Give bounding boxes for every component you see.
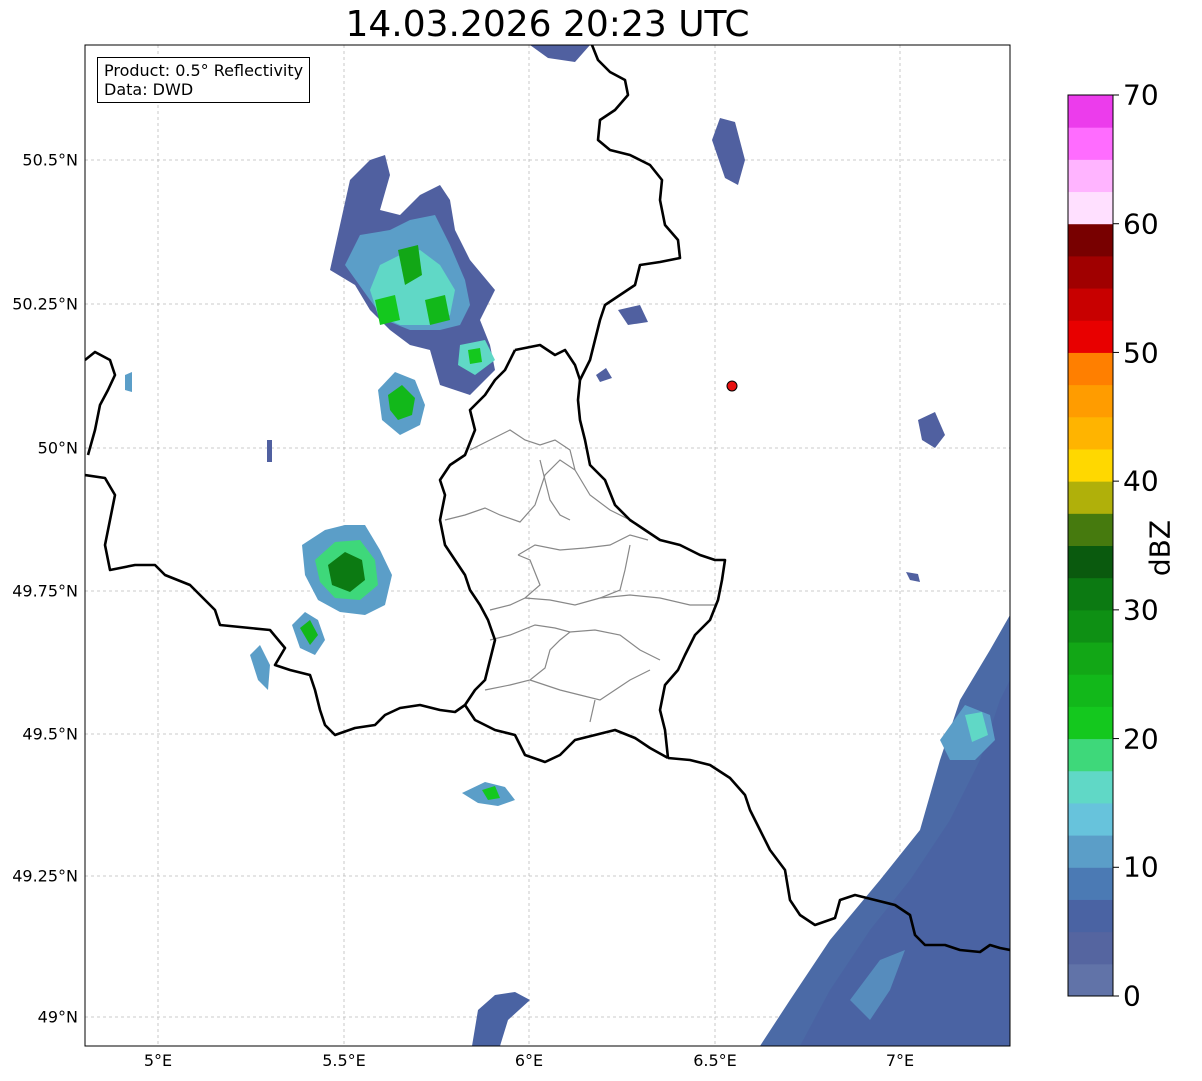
lat-label: 49°N xyxy=(37,1007,78,1027)
lat-label: 50.5°N xyxy=(22,150,78,170)
product-label: Product: 0.5° Reflectivity xyxy=(104,61,304,80)
radar-site-marker[interactable] xyxy=(726,380,738,392)
data-source-label: Data: DWD xyxy=(104,80,194,99)
lon-label: 6°E xyxy=(514,1051,544,1070)
colorbar-tick-label: 20 xyxy=(1123,722,1159,756)
colorbar-unit-label: dBZ xyxy=(1143,519,1177,577)
lon-label: 5.5°E xyxy=(322,1051,366,1070)
lon-label: 7°E xyxy=(885,1051,915,1070)
colorbar-tick-label: 50 xyxy=(1123,336,1159,370)
lat-label: 49.25°N xyxy=(12,866,78,886)
lon-label: 6.5°E xyxy=(693,1051,737,1070)
colorbar-tick-label: 10 xyxy=(1123,850,1159,884)
radar-map[interactable] xyxy=(0,0,1202,1081)
lat-label: 49.75°N xyxy=(12,581,78,601)
lat-label: 50°N xyxy=(37,438,78,458)
colorbar-tick-label: 0 xyxy=(1123,979,1141,1013)
lat-label: 49.5°N xyxy=(22,724,78,744)
colorbar-tick-label: 70 xyxy=(1123,78,1159,112)
lat-label: 50.25°N xyxy=(12,294,78,314)
colorbar-tick-label: 30 xyxy=(1123,593,1159,627)
product-info-box: Product: 0.5° Reflectivity Data: DWD xyxy=(97,57,311,103)
colorbar-tick-label: 60 xyxy=(1123,207,1159,241)
lon-label: 5°E xyxy=(143,1051,173,1070)
colorbar-tick-label: 40 xyxy=(1123,464,1159,498)
